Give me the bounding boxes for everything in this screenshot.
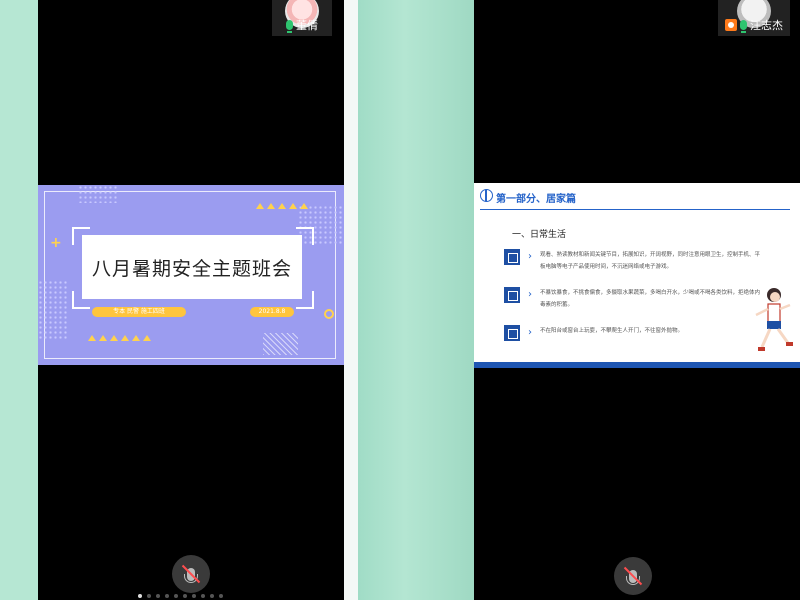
plus-icon: + <box>50 235 62 251</box>
slide-date: 2021.8.8 <box>250 307 294 317</box>
page-dot <box>219 594 223 598</box>
right-call-screen: 汪志杰 第一部分、居家篇 一、日常生活 › 观看、熟读教材和新闻关键节目，拓展知… <box>474 0 800 600</box>
subheading: 一、日常生活 <box>512 230 567 240</box>
page-dot <box>138 594 142 598</box>
slide-footer-info: 专本 民警 施工四班 <box>92 307 186 317</box>
mic-active-icon <box>286 20 293 33</box>
clock-icon <box>504 249 520 265</box>
dot-pattern <box>38 280 68 340</box>
page-dot <box>174 594 178 598</box>
mic-active-icon <box>740 20 747 33</box>
background-stripe <box>344 0 358 600</box>
list-item-text: 不暴饮暴食，不挑食偏食，多摄取水果蔬菜，多喝白开水，少喝或不喝各类饮料，拒绝体内… <box>540 290 761 308</box>
mic-toggle-button[interactable] <box>172 555 210 593</box>
participant-name: 汪志杰 <box>750 19 783 32</box>
chevron-right-icon: › <box>528 289 532 300</box>
shared-slide: 第一部分、居家篇 一、日常生活 › 观看、熟读教材和新闻关键节目，拓展知识，开阔… <box>474 183 800 368</box>
left-call-screen: 董倩 + 八月暑期安全主题班会 专本 民警 施工四班 2021.8.8 <box>38 0 344 600</box>
list-item: › 观看、熟读教材和新闻关键节目，拓展知识，开阔视野，同时注意用眼卫生，控制手机… <box>504 249 765 273</box>
ring-icon <box>324 309 334 319</box>
slide-title: 八月暑期安全主题班会 <box>91 257 292 280</box>
participant-tile[interactable]: 董倩 <box>272 0 332 36</box>
running-girl-illustration <box>755 288 793 351</box>
window-icon <box>504 325 520 341</box>
hatch-pattern <box>263 333 298 355</box>
globe-icon <box>480 189 493 202</box>
page-dot <box>156 594 160 598</box>
chevron-right-icon: › <box>528 327 532 338</box>
list-item: › 不在阳台或窗台上玩耍，不攀爬生人开门，不往窗外抛物。 <box>504 325 765 341</box>
chevron-right-icon: › <box>528 251 532 262</box>
background-stripe <box>0 0 38 600</box>
page-indicator <box>138 594 223 598</box>
slide-title-box: 八月暑期安全主题班会 <box>82 235 302 299</box>
page-dot <box>165 594 169 598</box>
triangle-pattern <box>256 203 308 209</box>
divider <box>480 209 790 210</box>
section-title: 第一部分、居家篇 <box>496 194 576 205</box>
triangle-pattern <box>88 335 151 341</box>
shared-slide: + 八月暑期安全主题班会 专本 民警 施工四班 2021.8.8 <box>38 185 344 365</box>
participant-name: 董倩 <box>296 19 318 32</box>
host-badge-icon <box>725 19 737 31</box>
list-item: › 不暴饮暴食，不挑食偏食，多摄取水果蔬菜，多喝白开水，少喝或不喝各类饮料，拒绝… <box>504 287 765 311</box>
list-item-text: 不在阳台或窗台上玩耍，不攀爬生人开门，不往窗外抛物。 <box>540 328 684 334</box>
background-stripe <box>358 0 474 600</box>
participant-tile[interactable]: 汪志杰 <box>718 0 790 36</box>
list-item-text: 观看、熟读教材和新闻关键节目，拓展知识，开阔视野，同时注意用眼卫生，控制手机、平… <box>540 252 761 270</box>
dot-pattern <box>78 185 118 203</box>
page-dot <box>201 594 205 598</box>
page-dot <box>147 594 151 598</box>
slide-bottom-bar <box>474 362 800 368</box>
page-dot <box>183 594 187 598</box>
page-dot <box>192 594 196 598</box>
mic-toggle-button[interactable] <box>614 557 652 595</box>
page-dot <box>210 594 214 598</box>
food-icon <box>504 287 520 303</box>
